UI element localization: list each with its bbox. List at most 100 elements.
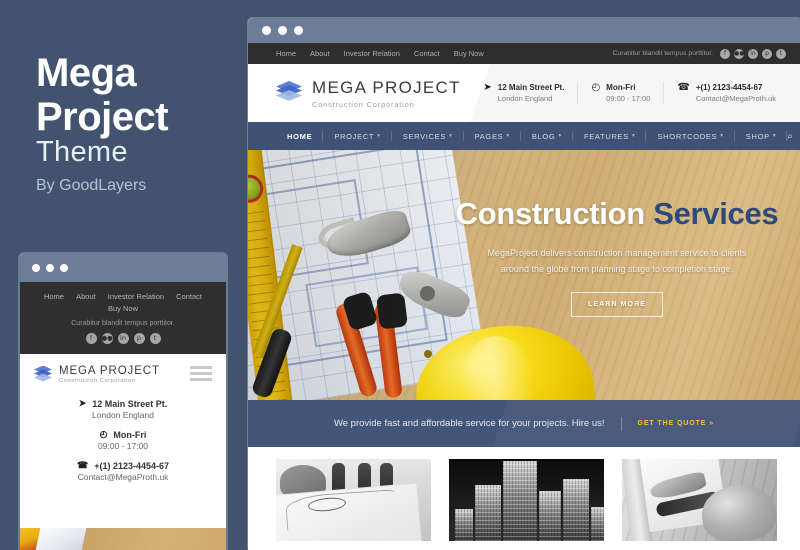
linkedin-icon[interactable]: in [748,48,758,59]
facebook-icon[interactable]: f [720,48,730,59]
nav-label: SHOP [745,131,770,141]
tools-hardhat-photo[interactable] [622,459,777,541]
promo-subtitle: Theme [36,136,128,168]
page-title: Mega Project [36,51,169,139]
nav-item-blog[interactable]: BLOG ▾ [521,131,574,141]
twitter-icon[interactable]: t [149,333,161,344]
site-topbar: Home About Investor Relation Contact Buy… [248,43,800,64]
mobile-topbar-link-about[interactable]: About [76,292,96,301]
promo-title-line2: Project [36,95,169,139]
hero-content: Construction Services MegaProject delive… [448,196,786,317]
cta-bar: We provide fast and affordable service f… [248,400,800,447]
window-maximize-button[interactable] [294,26,303,35]
twitter-icon[interactable]: t [776,48,786,59]
browser-window: Home About Investor Relation Contact Buy… [248,18,800,550]
site-logo[interactable]: MEGA PROJECT Construction Corporation [276,78,461,109]
nav-label: SHORTCODES [657,131,718,141]
mobile-contact-address: ➤ 12 Main Street Pt. London England [30,398,216,420]
email-address[interactable]: Contact@MegaProth.uk [696,93,776,104]
topbar-link-contact[interactable]: Contact [414,49,440,58]
header-contact-phone: ☎ +(1) 2123-4454-67 Contact@MegaProth.uk [664,82,778,104]
mobile-topbar-link-home[interactable]: Home [44,292,64,301]
mobile-phone-line1: +(1) 2123-4454-67 [94,460,170,471]
thumbnail-row [248,447,800,541]
hamburger-menu-icon[interactable] [190,365,212,384]
mobile-contact-hours: ◴ Mon-Fri 09:00 - 17:00 [30,429,216,451]
window-close-button[interactable] [262,26,271,35]
topbar-link-about[interactable]: About [310,49,330,58]
header-contact-hours: ◴ Mon-Fri 09:00 - 17:00 [578,82,665,104]
mobile-hours-line2: 09:00 - 17:00 [97,441,149,451]
building-shape [539,491,561,541]
search-icon[interactable]: ⌕ [787,131,799,142]
address-line2: London England [497,94,553,103]
nav-label: SERVICES [402,131,447,141]
nav-item-features[interactable]: FEATURES ▾ [573,131,647,141]
mobile-window-dot-close[interactable] [32,264,40,272]
city-skyline-photo[interactable] [449,459,604,541]
mobile-topbar-link-buy-now[interactable]: Buy Now [108,304,138,313]
phone-number[interactable]: +(1) 2123-4454-67 [696,82,776,93]
chevron-down-icon: ▾ [772,133,777,139]
get-quote-button[interactable]: GET THE QUOTE » [638,420,715,427]
hero-title-accent: Services [653,196,779,231]
location-icon: ➤ [78,398,87,408]
topbar-tagline: Curabitur blandit tempus porttitor. [612,50,714,57]
window-minimize-button[interactable] [278,26,287,35]
address-line1: 12 Main Street Pt. [497,83,565,92]
mobile-social-list: f ●● in p t [26,333,220,344]
layers-logo-icon [276,80,302,106]
building-shape [503,461,537,541]
topbar-link-buy-now[interactable]: Buy Now [454,49,484,58]
nav-item-home[interactable]: HOME [276,131,324,141]
flickr-icon[interactable]: ●● [101,333,113,344]
mobile-logo-subtitle: Construction Corporation [59,378,136,384]
promo-author: By GoodLayers [36,177,147,194]
phone-icon: ☎ [76,460,89,470]
mobile-window-dot-minimize[interactable] [46,264,54,272]
hours-line2: 09:00 - 17:00 [606,94,651,103]
nav-item-project[interactable]: PROJECT ▾ [323,131,393,141]
mobile-address-line2: London England [92,410,154,420]
nav-item-pages[interactable]: PAGES ▾ [464,131,522,141]
logo-title: MEGA PROJECT [312,77,461,97]
nav-label: BLOG [531,131,556,141]
linkedin-icon[interactable]: in [117,333,129,344]
hero-title: Construction Services [448,196,786,232]
mobile-phone-line2[interactable]: Contact@MegaProth.uk [30,472,216,482]
chevron-down-icon: ▾ [632,133,636,139]
nav-label: FEATURES [583,131,630,141]
header-contact-address: ➤ 12 Main Street Pt. London England [470,82,579,104]
nav-item-shop[interactable]: SHOP ▾ [735,131,788,141]
building-shape [475,485,501,541]
mobile-tagline: Curabitur blandit tempus porttitor. [71,320,175,327]
topbar-link-home[interactable]: Home [276,49,296,58]
learn-more-button[interactable]: LEARN MORE [570,292,664,317]
blueprint-meeting-photo[interactable] [276,459,431,541]
mobile-contact-phone: ☎ +(1) 2123-4454-67 Contact@MegaProth.uk [30,460,216,482]
hero-section: Construction Services MegaProject delive… [248,150,800,400]
mobile-header: MEGA PROJECT Construction Corporation [20,354,226,390]
mobile-topbar-nav: Home About Investor Relation Contact Buy… [26,291,220,315]
mobile-logo[interactable]: MEGA PROJECT Construction Corporation [34,365,160,384]
mobile-topbar-link-contact[interactable]: Contact [176,292,202,301]
topbar-link-investor-relation[interactable]: Investor Relation [344,49,400,58]
location-icon: ➤ [483,82,492,93]
mobile-topbar: Home About Investor Relation Contact Buy… [20,282,226,354]
mobile-preview-mockup: Home About Investor Relation Contact Buy… [18,252,228,550]
mobile-topbar-link-investor-relation[interactable]: Investor Relation [108,292,164,301]
mobile-titlebar [20,254,226,282]
clock-icon: ◴ [99,429,108,439]
site-header: MEGA PROJECT Construction Corporation ➤ … [248,64,800,122]
facebook-icon[interactable]: f [85,333,97,344]
promo-panel: Mega Project Theme By GoodLayers Home Ab… [0,0,248,550]
nav-item-services[interactable]: SERVICES ▾ [392,131,464,141]
nav-item-shortcodes[interactable]: SHORTCODES ▾ [646,131,736,141]
pinterest-icon[interactable]: p [762,48,772,59]
header-contacts: ➤ 12 Main Street Pt. London England ◴ Mo… [470,82,778,104]
hero-description: MegaProject delivers construction manage… [487,248,747,274]
mobile-address-line1: 12 Main Street Pt. [92,398,168,409]
mobile-window-dot-maximize[interactable] [60,264,68,272]
flickr-icon[interactable]: ●● [734,48,744,59]
pinterest-icon[interactable]: p [133,333,145,344]
